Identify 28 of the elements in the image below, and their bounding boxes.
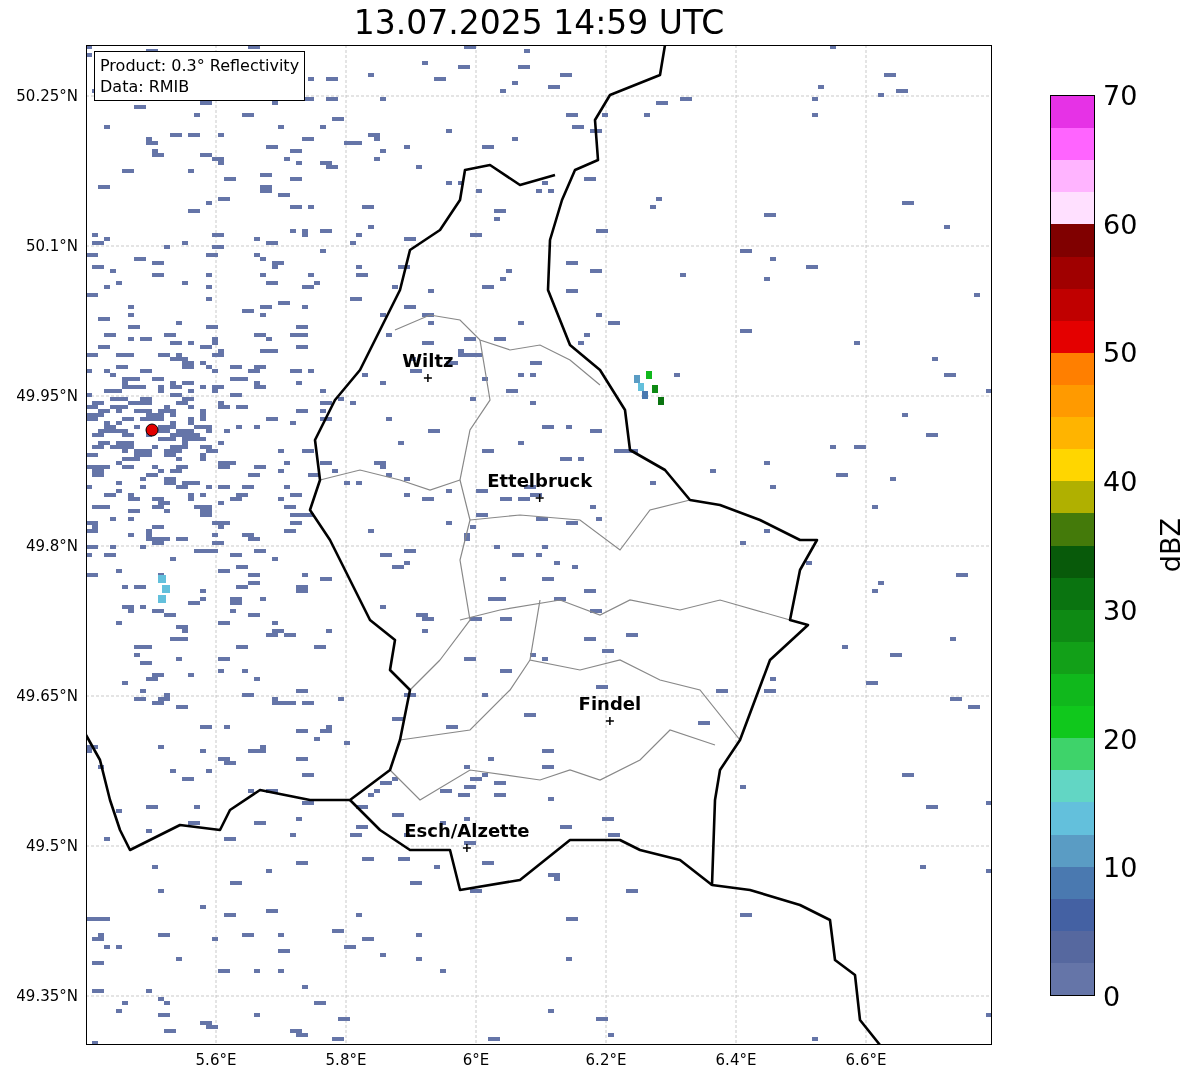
city-label: Findel bbox=[578, 693, 642, 714]
city-label: Esch/Alzette bbox=[404, 820, 530, 841]
longitude-label: 6.6°E bbox=[845, 1051, 887, 1069]
colorbar-tick-label: 0 bbox=[1103, 980, 1121, 1012]
longitude-label: 6.4°E bbox=[715, 1051, 757, 1069]
latitude-label: 50.1°N bbox=[25, 237, 78, 255]
latitude-label: 49.8°N bbox=[25, 537, 78, 555]
colorbar-tick-label: 30 bbox=[1103, 594, 1138, 626]
latitude-label: 50.25°N bbox=[16, 87, 78, 105]
colorbar-tick-label: 40 bbox=[1103, 465, 1138, 497]
colorbar-tick-label: 20 bbox=[1103, 723, 1138, 755]
colorbar-tick-label: 50 bbox=[1103, 336, 1138, 368]
longitude-label: 6.2°E bbox=[585, 1051, 627, 1069]
chart-title: 13.07.2025 14:59 UTC bbox=[353, 3, 725, 44]
colorbar-tick-label: 10 bbox=[1103, 851, 1138, 883]
longitude-label: 5.8°E bbox=[325, 1051, 367, 1069]
latitude-label: 49.5°N bbox=[25, 837, 78, 855]
latitude-label: 49.35°N bbox=[16, 987, 78, 1005]
info-box: Product: 0.3° Reflectivity Data: RMIB bbox=[94, 51, 306, 101]
city-label: Wiltz bbox=[402, 350, 454, 371]
colorbar-label: dBZ bbox=[1155, 518, 1184, 573]
colorbar-tick-label: 60 bbox=[1103, 208, 1138, 240]
city-label: Ettelbruck bbox=[487, 470, 593, 491]
latitude-label: 49.95°N bbox=[16, 387, 78, 405]
longitude-label: 5.6°E bbox=[195, 1051, 237, 1069]
latitude-label: 49.65°N bbox=[16, 687, 78, 705]
colorbar-tick-label: 70 bbox=[1103, 79, 1138, 111]
longitude-label: 6°E bbox=[462, 1051, 490, 1069]
